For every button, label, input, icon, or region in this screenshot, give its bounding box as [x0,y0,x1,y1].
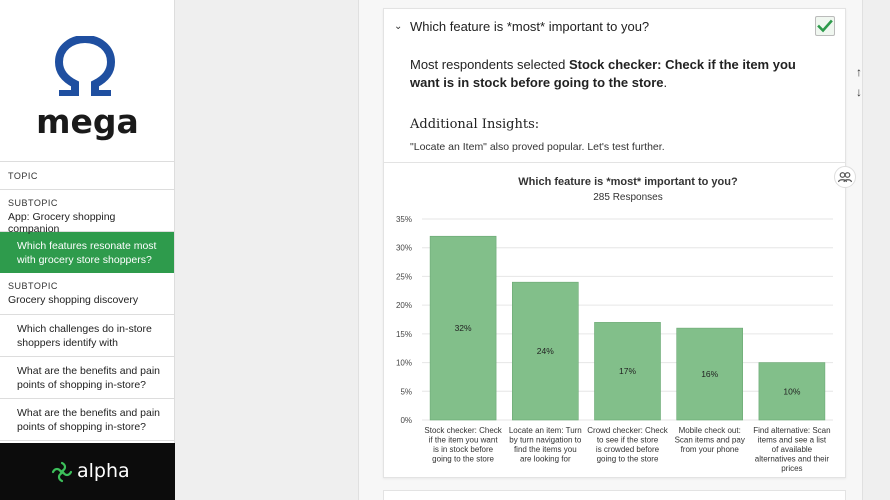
x-tick-label: prices [781,464,802,473]
x-tick-label: Locate an item: Turn [509,426,582,435]
question-header[interactable]: ⌄ Which feature is *most* important to y… [384,9,845,45]
chart-panel: Which feature is *most* important to you… [384,162,845,476]
insights-heading: Additional Insights: [410,117,540,132]
subtopic-caption: SUBTOPIC [8,281,58,291]
y-tick-label: 30% [396,244,412,253]
insights-text: "Locate an Item" also proved popular. Le… [410,141,665,153]
x-tick-label: Crowd checker: Check [587,426,668,435]
chart-subtitle: 285 Responses [593,192,663,203]
x-tick-label: Find alternative: Scan [753,426,830,435]
respondents-button[interactable] [834,166,856,188]
people-icon [837,172,853,183]
nav-subtopic-grocery-companion[interactable]: SUBTOPIC App: Grocery shopping companion [0,190,174,235]
checkmark-icon [817,19,833,33]
chevron-down-icon[interactable]: ⌄ [394,21,402,32]
x-tick-label: from your phone [681,445,740,454]
x-tick-label: alternatives and their [755,455,830,464]
checkbox[interactable] [815,16,835,36]
x-tick-label: are looking for [520,455,571,464]
bar-value-label: 10% [783,386,800,396]
y-tick-label: 5% [400,387,412,396]
bar-value-label: 17% [619,366,636,376]
x-tick-label: to see if the store [597,436,659,445]
nav-question[interactable]: Which challenges do in-store shoppers id… [0,315,174,357]
x-tick-label: is crowded before [596,445,660,454]
x-tick-label: Stock checker: Check [424,426,502,435]
subtopic-label: Grocery shopping discovery [8,294,139,306]
nav-question[interactable]: What are the benefits and pain points of… [0,357,174,399]
x-tick-label: Mobile check out: [679,426,741,435]
alpha-logo-icon [51,461,73,483]
summary-prefix: Most respondents selected [410,57,569,72]
subtopic-caption: SUBTOPIC [8,198,58,208]
x-tick-label: going to the store [432,455,494,464]
bar-value-label: 24% [537,346,554,356]
y-tick-label: 15% [396,330,412,339]
nav-subtopic-grocery-discovery[interactable]: SUBTOPIC Grocery shopping discovery [0,273,174,315]
omega-logo-icon [54,36,116,96]
x-tick-label: of available [772,445,813,454]
x-tick-label: by turn navigation to [509,436,582,445]
y-tick-label: 25% [396,272,412,281]
x-tick-label: if the item you want [429,436,499,445]
x-tick-label: Scan items and pay [675,436,745,445]
y-tick-label: 35% [396,215,412,224]
chart-title: Which feature is *most* important to you… [518,176,738,188]
x-tick-label: is in stock before [433,445,494,454]
summary-text: Most respondents selected Stock checker:… [410,56,810,92]
alpha-logo-text: alpha [77,460,130,482]
y-tick-label: 0% [400,416,412,425]
x-tick-label: items and see a list [758,436,827,445]
bar-value-label: 32% [455,323,472,333]
bar-value-label: 16% [701,369,718,379]
logo-area: mega [0,0,174,162]
nav-topic[interactable]: TOPIC [0,162,174,190]
nav-question-active[interactable]: Which features resonate most with grocer… [0,232,174,273]
move-up-arrow-icon[interactable]: ↑ [850,65,868,79]
x-tick-label: find the items you [514,445,577,454]
sidebar: mega TOPIC SUBTOPIC App: Grocery shoppin… [0,0,175,500]
move-down-arrow-icon[interactable]: ↓ [850,85,868,99]
next-card [383,490,846,500]
mega-logo-text: mega [36,102,139,141]
y-tick-label: 20% [396,301,412,310]
x-tick-label: going to the store [597,455,659,464]
footer-brand-bar: alpha [0,443,175,500]
y-tick-label: 10% [396,359,412,368]
bar-chart: Which feature is *most* important to you… [396,176,833,473]
summary-suffix: . [663,75,668,90]
question-title: Which feature is *most* important to you… [410,19,650,34]
nav-question[interactable]: What are the benefits and pain points of… [0,399,174,441]
